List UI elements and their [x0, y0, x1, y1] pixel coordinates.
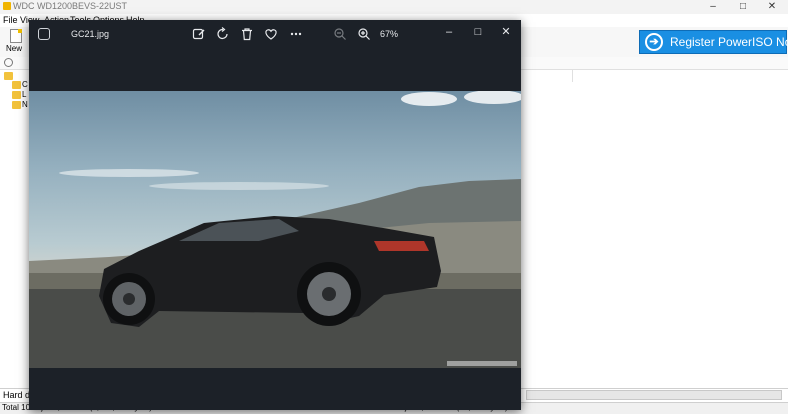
photo-canvas[interactable] — [29, 91, 521, 368]
horizontal-scrollbar[interactable] — [526, 390, 782, 400]
viewer-title-bar: GC21.jpg 67% – □ ✕ — [29, 20, 521, 50]
background-title-bar: WDC WD1200BEVS-22UST – □ ✕ — [0, 0, 788, 14]
new-file-icon — [10, 29, 22, 43]
file-row-text: Hard d — [3, 390, 31, 400]
more-icon[interactable] — [289, 27, 303, 41]
favorite-icon[interactable] — [264, 27, 278, 41]
background-window-title: WDC WD1200BEVS-22UST — [3, 1, 127, 11]
tree-item-label: L — [22, 90, 27, 99]
viewer-minimize-button[interactable]: – — [441, 24, 457, 40]
column-divider — [572, 70, 573, 82]
app-icon — [3, 2, 11, 10]
register-poweriso-button[interactable]: ➔ Register PowerISO Now — [639, 30, 788, 54]
background-close-button[interactable]: ✕ — [757, 0, 787, 14]
tree-item[interactable]: N — [12, 100, 28, 110]
zoom-level[interactable]: 67% — [380, 29, 398, 39]
folder-icon — [12, 81, 21, 89]
car-photo — [29, 91, 521, 368]
background-maximize-button[interactable]: □ — [728, 0, 758, 14]
viewer-maximize-button[interactable]: □ — [470, 24, 486, 40]
tree-item-root[interactable] — [4, 72, 20, 81]
tree-item-label: N — [22, 100, 28, 109]
zoom-in-icon[interactable] — [357, 27, 371, 41]
viewer-close-button[interactable]: ✕ — [498, 24, 514, 40]
tree-item[interactable]: L — [12, 90, 28, 100]
edit-icon[interactable] — [192, 27, 206, 41]
image-watermark — [447, 361, 517, 366]
viewer-filename: GC21.jpg — [71, 29, 110, 39]
new-button[interactable]: New — [4, 27, 30, 57]
tree-item-label: C — [22, 80, 28, 89]
zoom-out-icon[interactable] — [333, 27, 347, 41]
navigate-icon[interactable] — [4, 58, 13, 67]
background-minimize-button[interactable]: – — [698, 0, 728, 14]
photos-app-icon — [38, 28, 50, 40]
folder-icon — [12, 91, 21, 99]
menu-file[interactable]: File — [3, 15, 18, 25]
rotate-icon[interactable] — [216, 27, 230, 41]
folder-icon — [12, 101, 21, 109]
background-title-text: WDC WD1200BEVS-22UST — [13, 1, 128, 11]
register-button-label: Register PowerISO Now — [670, 35, 788, 49]
delete-icon[interactable] — [240, 27, 254, 41]
arrow-right-icon: ➔ — [645, 33, 663, 51]
tree-item[interactable]: C — [12, 80, 28, 90]
photo-viewer-window: GC21.jpg 67% – □ ✕ — [29, 20, 521, 410]
folder-icon — [4, 72, 13, 80]
new-button-label: New — [6, 44, 23, 53]
